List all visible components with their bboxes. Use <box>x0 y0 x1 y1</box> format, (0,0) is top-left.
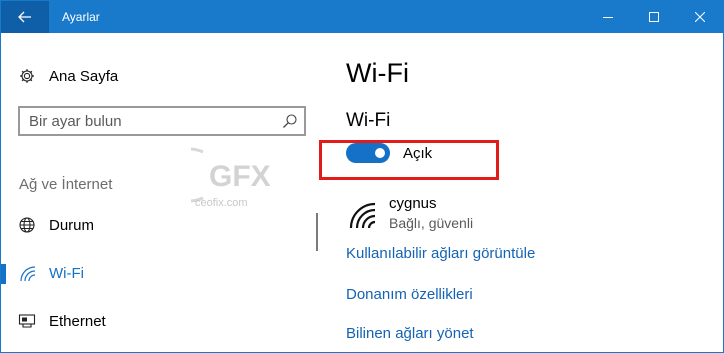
wifi-signal-icon <box>348 201 376 229</box>
wifi-toggle[interactable] <box>346 143 390 163</box>
svg-text:GFX: GFX <box>209 160 271 193</box>
network-name[interactable]: cygnus <box>389 195 437 212</box>
manage-known-networks-link[interactable]: Bilinen ağları yönet <box>346 325 474 342</box>
title-bar: Ayarlar <box>1 1 723 33</box>
toggle-label: Açık <box>403 145 433 162</box>
minimize-icon <box>603 17 613 18</box>
window-title: Ayarlar <box>62 10 100 24</box>
network-status: Bağlı, güvenli <box>389 215 474 231</box>
search-icon[interactable] <box>282 113 298 129</box>
sidebar-item-wifi[interactable]: Wi-Fi <box>1 253 331 293</box>
wifi-icon <box>18 264 36 282</box>
back-button[interactable] <box>1 1 49 33</box>
watermark-logo: GFX ceofix.com <box>157 146 291 210</box>
arrow-left-icon <box>18 11 31 23</box>
search-box <box>18 106 306 136</box>
home-link[interactable]: Ana Sayfa <box>19 66 118 86</box>
maximize-icon <box>649 12 659 22</box>
scrollbar[interactable] <box>316 213 318 251</box>
globe-icon <box>18 216 36 234</box>
sidebar-item-durum[interactable]: Durum <box>1 205 331 245</box>
minimize-button[interactable] <box>585 1 631 33</box>
section-title: Wi-Fi <box>346 110 391 131</box>
maximize-button[interactable] <box>631 1 677 33</box>
home-label: Ana Sayfa <box>49 67 119 85</box>
settings-window: Ayarlar Ana Sayfa Bir ayar bulun Ağ ve İ… <box>0 0 724 353</box>
search-input[interactable] <box>20 108 270 134</box>
ethernet-icon <box>18 312 36 330</box>
toggle-knob <box>375 148 385 158</box>
show-available-networks-link[interactable]: Kullanılabilir ağları görüntüle <box>346 245 535 262</box>
gear-icon <box>19 68 35 84</box>
svg-text:ceofix.com: ceofix.com <box>195 197 248 209</box>
sidebar-item-label: Durum <box>49 216 95 234</box>
section-heading: Ağ ve İnternet <box>19 176 113 193</box>
main-panel: Wi-Fi Wi-Fi Açık cygnus Bağlı, güvenli K… <box>319 33 723 352</box>
hardware-properties-link[interactable]: Donanım özellikleri <box>346 286 473 303</box>
close-button[interactable] <box>677 1 723 33</box>
close-icon <box>695 12 705 22</box>
sidebar-item-ethernet[interactable]: Ethernet <box>1 301 331 341</box>
sidebar-item-label: Wi-Fi <box>49 264 84 282</box>
selection-indicator <box>1 264 6 284</box>
sidebar-item-label: Ethernet <box>49 312 106 330</box>
page-title: Wi-Fi <box>346 58 409 88</box>
